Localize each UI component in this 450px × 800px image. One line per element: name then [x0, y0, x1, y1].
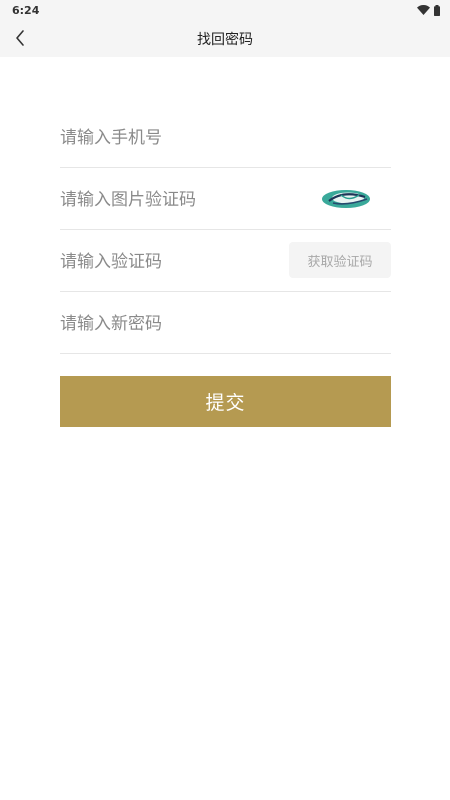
reset-password-form: 获取验证码: [60, 106, 391, 354]
image-captcha-input[interactable]: [60, 187, 300, 210]
battery-icon: [434, 4, 440, 16]
captcha-image[interactable]: [321, 186, 373, 212]
new-password-field: [60, 292, 391, 354]
status-time: 6:24: [12, 3, 40, 17]
status-bar: 6:24: [0, 0, 450, 20]
back-button[interactable]: [6, 24, 34, 52]
sms-code-input[interactable]: [60, 249, 280, 272]
chevron-left-icon: [16, 30, 24, 46]
nav-bar: 找回密码: [0, 20, 450, 57]
submit-button[interactable]: 提交: [60, 376, 391, 427]
sms-code-field: 获取验证码: [60, 230, 391, 292]
phone-field: [60, 106, 391, 168]
get-code-button[interactable]: 获取验证码: [289, 242, 391, 278]
page-title: 找回密码: [197, 31, 253, 48]
phone-input[interactable]: [60, 125, 391, 148]
status-icons: [417, 4, 440, 16]
wifi-icon: [417, 5, 430, 15]
image-captcha-field: [60, 168, 391, 230]
new-password-input[interactable]: [60, 311, 391, 334]
